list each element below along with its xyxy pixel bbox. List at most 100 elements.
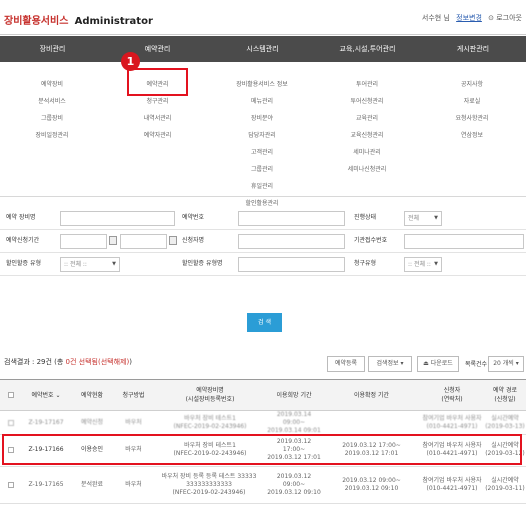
menu-item[interactable]: 투어신청관리 [337,93,397,110]
column-header[interactable]: 예약번호 ⌄ [20,380,72,410]
menu-item[interactable]: 세미나관리 [337,144,397,161]
menu-item[interactable]: 교육관리 [337,110,397,127]
register-button[interactable]: 예약등록 [327,356,365,372]
print-label: 검색정보 [376,360,399,367]
calendar-icon[interactable] [109,236,117,245]
org-no-input[interactable] [404,234,524,249]
column-header: 예약장비명 (시설장비등록번호) [185,387,235,403]
menu-item[interactable]: 장비활용서비스 정보 [222,76,302,93]
menu-item[interactable]: 교육신청관리 [337,127,397,144]
status-select[interactable]: 전체 ▼ [404,211,442,226]
row-checkbox[interactable] [8,482,14,488]
nav-system[interactable]: 시스템관리 [210,36,315,62]
logout-label: 로그아웃 [496,14,522,22]
result-suffix: ) [129,358,132,366]
main-nav: 장비관리 예약관리 시스템관리 교육,시설,투어관리 게시판관리 [0,36,526,62]
search-row: 할인할증 유형 :: 전체 :: ▼ 할인할증 유형명 청구유형 :: 전체 ::… [0,253,526,276]
select-all-checkbox[interactable] [8,392,14,398]
menu-item[interactable]: 담당자관리 [222,127,302,144]
sort-icon: ⌄ [55,391,61,399]
hope-period: 2019.03.14 09:00~ 2019.03.14 09:01 [267,411,321,434]
resv-no-label: 예약번호 [182,214,205,221]
reservation-status: 예약신청 [80,419,104,426]
menu-item[interactable]: 그룹장비 [22,110,82,127]
billing-label: 청구유형 [354,260,377,267]
calendar-icon[interactable] [169,236,177,245]
menu-item[interactable]: 예약자관리 [127,127,188,144]
row-checkbox[interactable] [8,420,14,426]
menu-item[interactable]: 예약장비 [22,76,82,93]
nav-education[interactable]: 교육,시설,투어관리 [315,36,420,62]
download-button[interactable]: ⏏ 다운로드 [417,356,459,372]
menu-item[interactable]: 장비분야 [222,110,302,127]
per-page-value: 20 개씩 [493,360,514,367]
column-header: 예약 경로 (신청일) [493,387,517,403]
user-info: 서수현 님 정보변경 ⊙ 로그아웃 [422,13,522,23]
logout-link[interactable]: ⊙ 로그아웃 [488,14,522,22]
status-label: 진행상태 [354,214,377,221]
org-no-label: 기관접수번호 [354,237,388,244]
equipment-name[interactable]: 바우처 장비 등록 등록 테스트 33333 333333333333 (NFE… [150,468,268,502]
discount-select[interactable]: :: 전체 :: ▼ [60,257,120,272]
menu-column-board: 공지사항 자료실 요청사항관리 연삼정보 [442,76,502,144]
print-button[interactable]: 검색정보 ▾ [368,356,412,372]
menu-item[interactable]: 자료실 [442,93,502,110]
admin-label: Administrator [74,16,153,27]
menu-item[interactable]: 요청사항관리 [442,110,502,127]
applicant-input[interactable] [238,234,345,249]
service-name: 장비활용서비스 [4,16,69,27]
equip-input[interactable] [60,211,175,226]
menu-item[interactable]: 세미나신청관리 [337,161,397,178]
applicant: 참여기업 바우처 사용자 (010-4421-4971) [422,477,482,492]
discount-type-input[interactable] [238,257,345,272]
column-header: 이용희망 기간 [276,391,312,399]
resv-no-input[interactable] [238,211,345,226]
edit-info-link[interactable]: 정보변경 [456,14,482,22]
confirm-period: 2019.03.12 09:00~ 2019.03.12 09:10 [342,477,401,492]
result-prefix: 검색결과 : 29건 (총 [4,358,66,366]
reservation-number[interactable]: Z-19-17167 [20,412,72,434]
search-button[interactable]: 검 색 [247,313,282,332]
status-value: 전체 [408,215,420,222]
menu-item[interactable]: 장비일정관리 [22,127,82,144]
confirm-period [323,412,420,434]
menu-item[interactable]: 공지사항 [442,76,502,93]
nav-board[interactable]: 게시판관리 [420,36,526,62]
menu-item[interactable]: 그룹관리 [222,161,302,178]
applicant: 참여기업 바우처 사용자 (010-4421-4971) [422,415,482,430]
column-header: 신청자 (연락처) [441,387,463,403]
equipment-name[interactable]: 바우처 장비 테스트1 (NFEC-2019-02-243946) [155,412,265,434]
discount-value: :: 전체 :: [64,261,87,268]
chevron-down-icon: ▼ [434,215,438,221]
download-icon: ⏏ [423,360,429,367]
callout-badge: 1 [121,52,140,71]
discount-type-label: 할인할증 유형명 [182,260,223,267]
route: 실시간예약 (2019-03-13) [485,415,525,430]
row-divider [0,503,526,504]
brand[interactable]: 장비활용서비스 Administrator [4,12,153,27]
column-header: 이용확정 기간 [353,391,390,399]
user-name: 서수현 님 [421,14,450,22]
period-label: 예약신청기간 [6,237,40,244]
nav-equipment[interactable]: 장비관리 [0,36,105,62]
billing-select[interactable]: :: 전체 :: ▼ [404,257,442,272]
highlight-box [127,68,188,96]
per-page-select[interactable]: 20 개씩 ▾ [488,356,524,372]
reservation-number[interactable]: Z-19-17165 [20,468,72,502]
period-end-input[interactable] [120,234,167,249]
clear-selection-link[interactable]: (선택해제) [98,358,129,366]
menu-item[interactable]: 분석서비스 [22,93,82,110]
reservation-status: 분석완료 [80,481,104,488]
menu-item[interactable]: 투어관리 [337,76,397,93]
download-label: 다운로드 [430,360,453,367]
row-divider [0,466,526,467]
menu-item[interactable]: 고객관리 [222,144,302,161]
menu-item[interactable]: 연삼정보 [442,127,502,144]
period-start-input[interactable] [60,234,107,249]
applicant-label: 신청자명 [182,237,205,244]
menu-item[interactable]: 휴일관리 [222,178,302,195]
chevron-down-icon: ▼ [112,261,116,267]
equip-label: 예약 장비명 [6,214,36,221]
menu-item[interactable]: 메뉴관리 [222,93,302,110]
menu-item[interactable]: 내역서관리 [127,110,188,127]
